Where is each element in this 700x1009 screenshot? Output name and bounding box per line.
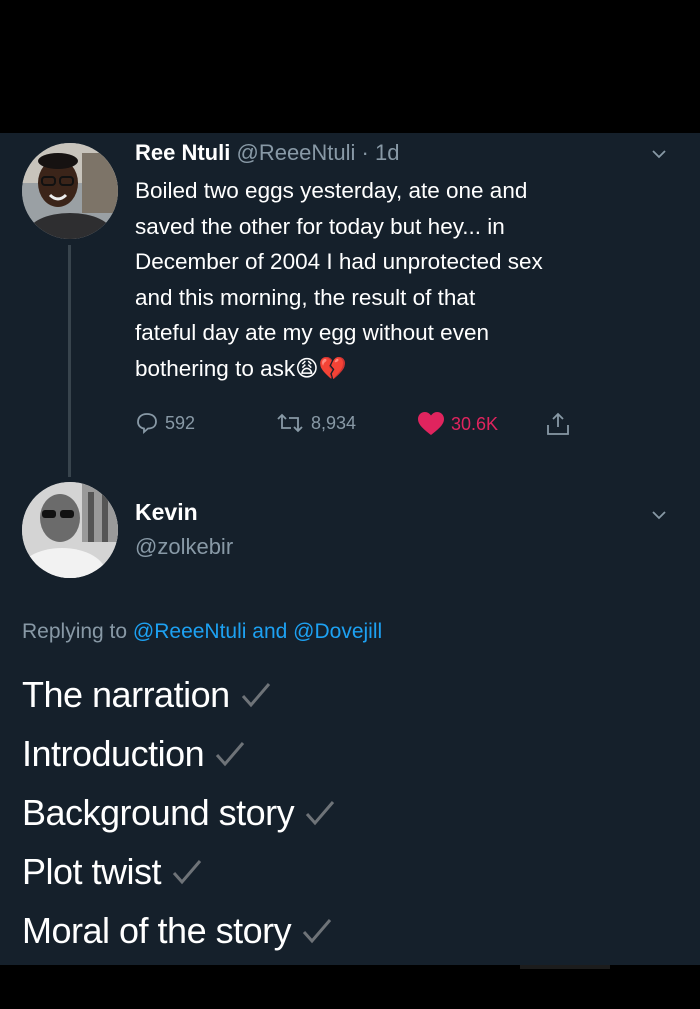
reply-text: The narration Introduction Background st… bbox=[22, 665, 682, 960]
mention-link-reeentuli[interactable]: @ReeeNtuli bbox=[133, 620, 247, 643]
list-item: Plot twist bbox=[22, 842, 682, 901]
reply-author-name[interactable]: Kevin bbox=[135, 499, 198, 526]
mention-link-dovejill[interactable]: @Dovejill bbox=[293, 620, 382, 643]
reply-icon bbox=[137, 413, 157, 434]
list-item-label: Plot twist bbox=[22, 850, 162, 892]
tweet-text-line: fateful day ate my egg without even bbox=[135, 320, 489, 345]
author-name[interactable]: Ree Ntuli bbox=[135, 140, 230, 165]
tweet-thread: Ree Ntuli @ReeeNtuli · 1d Boiled two egg… bbox=[0, 133, 700, 965]
list-item-label: Background story bbox=[22, 791, 295, 833]
reply-author-handle[interactable]: @zolkebir bbox=[135, 534, 233, 560]
check-icon bbox=[302, 918, 332, 943]
tweet-text-line: December of 2004 I had unprotected sex bbox=[135, 249, 543, 274]
list-item-label: Moral of the story bbox=[22, 909, 292, 951]
list-item: The narration bbox=[22, 665, 682, 724]
bottom-strip bbox=[0, 965, 700, 1009]
tweet-timestamp[interactable]: 1d bbox=[375, 140, 399, 165]
list-item: Moral of the story bbox=[22, 901, 682, 960]
header-separator: · bbox=[361, 140, 369, 165]
list-item: Introduction bbox=[22, 724, 682, 783]
list-item-label: Introduction bbox=[22, 732, 205, 774]
weary-face-emoji: 😩 bbox=[295, 355, 319, 381]
like-action[interactable]: 30.6K bbox=[417, 411, 498, 437]
tweet-text-line: Boiled two eggs yesterday, ate one and bbox=[135, 178, 528, 203]
chevron-down-icon[interactable] bbox=[652, 147, 666, 161]
broken-heart-emoji: 💔 bbox=[318, 355, 347, 381]
share-icon bbox=[547, 412, 569, 435]
tweet-text-line: saved the other for today but hey... in bbox=[135, 213, 505, 239]
replying-to: Replying to @ReeeNtuli and @Dovejill bbox=[22, 620, 382, 644]
avatar-kevin[interactable] bbox=[22, 482, 118, 578]
tweet-actions: 592 8,934 30.6K bbox=[135, 411, 595, 441]
home-indicator bbox=[520, 965, 610, 969]
replying-conjunction: and bbox=[252, 620, 288, 643]
chevron-down-icon[interactable] bbox=[652, 508, 666, 522]
author-handle[interactable]: @ReeeNtuli bbox=[236, 140, 355, 165]
tweet-text-line-end: bothering to ask bbox=[135, 355, 296, 381]
share-action[interactable] bbox=[545, 411, 571, 437]
retweet-count: 8,934 bbox=[311, 412, 357, 433]
tweet-text: Boiled two eggs yesterday, ate one and s… bbox=[135, 173, 665, 386]
replying-prefix: Replying to bbox=[22, 620, 128, 643]
check-icon bbox=[241, 682, 270, 707]
heart-icon bbox=[418, 412, 444, 435]
thread-connector-line bbox=[68, 245, 71, 477]
check-icon bbox=[216, 741, 245, 766]
like-count: 30.6K bbox=[451, 413, 499, 434]
tweet-header: Ree Ntuli @ReeeNtuli · 1d bbox=[135, 140, 399, 166]
tweet-text-line: and this morning, the result of that bbox=[135, 284, 476, 310]
check-icon bbox=[306, 800, 335, 825]
list-item-label: The narration bbox=[22, 673, 230, 715]
list-item: Background story bbox=[22, 783, 682, 842]
reply-count: 592 bbox=[165, 412, 196, 433]
avatar-ree-ntuli[interactable] bbox=[22, 143, 118, 239]
check-icon bbox=[172, 859, 202, 884]
reply-action[interactable]: 592 bbox=[135, 411, 195, 435]
retweet-icon bbox=[277, 413, 303, 433]
tweet-text-line: bothering to ask😩💔 bbox=[135, 351, 665, 387]
retweet-action[interactable]: 8,934 bbox=[275, 411, 356, 435]
